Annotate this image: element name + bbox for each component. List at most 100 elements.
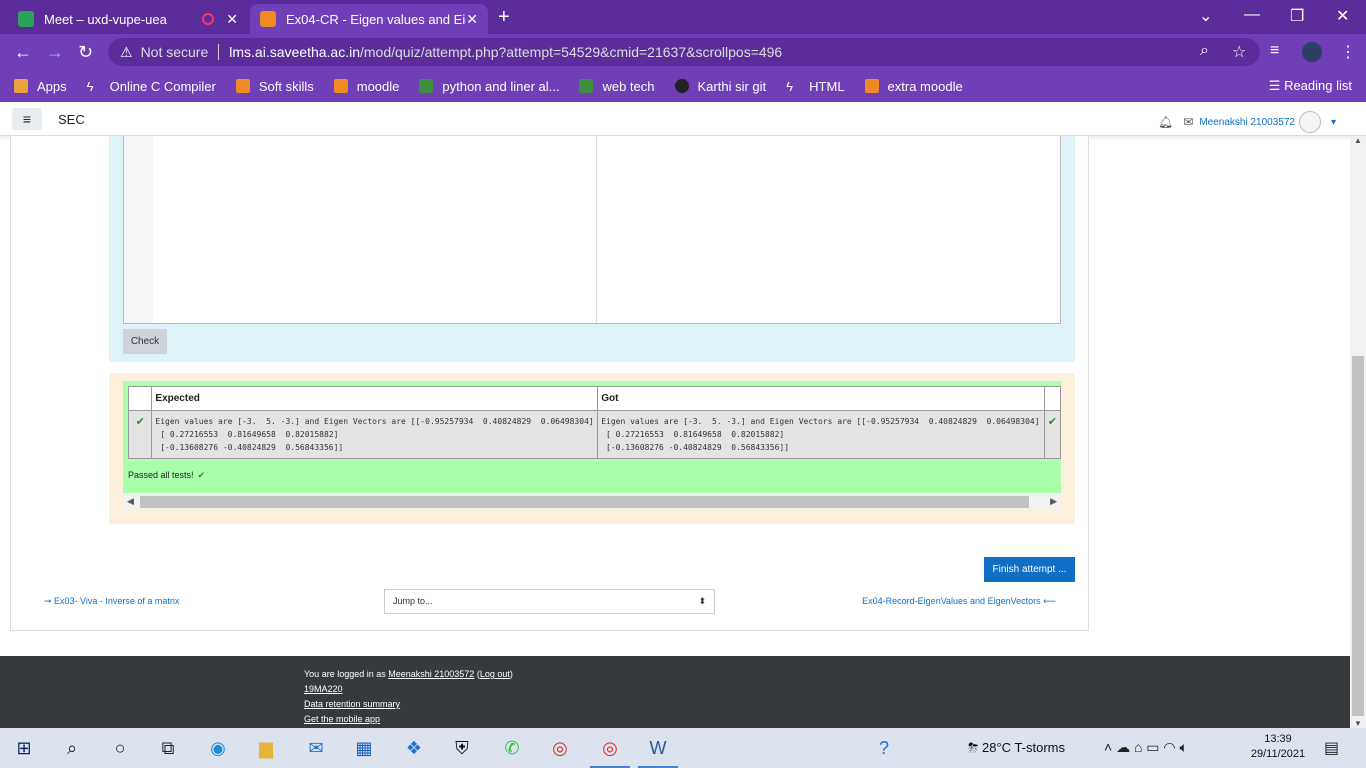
search-icon[interactable]: ⌕ [60,736,84,760]
back-button[interactable]: ← [14,42,32,63]
scroll-right-icon[interactable]: ▶ [1050,496,1057,507]
scroll-left-icon[interactable]: ◀ [127,496,134,507]
notifications-icon[interactable]: ▤ [1324,738,1339,758]
scrollbar-thumb[interactable] [140,496,1029,508]
horizontal-scrollbar[interactable]: ◀ ▶ [123,494,1061,510]
vertical-scrollbar[interactable]: ▲ ▼ [1350,136,1366,728]
bookmark-python[interactable]: python and liner al... [419,79,559,94]
jump-to-value: Jump to... [393,596,433,606]
course-link[interactable]: 19MA220 [304,684,343,694]
whatsapp-icon[interactable]: ✆ [500,736,524,760]
check-button[interactable]: Check [123,329,167,354]
bookmark-moodle[interactable]: moodle [333,78,400,94]
close-tab-icon[interactable]: ✕ [226,11,238,28]
bookmark-karthi-git[interactable]: Karthi sir git [674,78,767,94]
login-info: You are logged in as Meenakshi 21003572 … [304,669,513,679]
bookmark-star-icon[interactable]: ☆ [1232,42,1246,62]
scroll-down-icon[interactable]: ▼ [1354,719,1362,728]
code-editor[interactable] [123,136,1061,324]
file-explorer-icon[interactable]: ▆ [254,736,278,760]
bookmark-label: Karthi sir git [697,78,767,94]
previous-activity-link[interactable]: ➞ Ex03- Viva - Inverse of a matrix [44,596,179,607]
security-shield-icon[interactable]: ⛨ [450,736,474,760]
chrome-icon[interactable]: ◎ [548,736,572,760]
user-name: Meenakshi 21003572 [1199,116,1295,128]
bookmark-apps[interactable]: Apps [14,79,67,94]
bookmark-html[interactable]: ϟ HTML [786,79,844,95]
user-menu[interactable]: 🔔︎ ✉ Meenakshi 21003572 ▾ [1158,111,1336,133]
logout-link[interactable]: Log out [480,669,510,679]
check-icon: ✔ [127,410,153,459]
tab-quiz[interactable]: Ex04-CR - Eigen values and Eigen ✕ [250,4,488,34]
forward-button[interactable]: → [46,42,64,63]
nav-drawer-toggle-icon[interactable]: ≡ [12,108,42,130]
store-icon[interactable]: ▦ [352,736,376,760]
tab-search-icon[interactable]: ⌄ [1199,6,1212,26]
login-prefix: You are logged in as [304,669,389,679]
bookmark-label: moodle [356,78,400,94]
chrome-active-icon[interactable]: ◎ [590,736,630,768]
bookmark-label: web tech [602,78,655,94]
passed-text: Passed all tests! [128,470,194,480]
jump-to-select[interactable]: Jump to... ⬍ [384,589,715,614]
expected-header: Expected [151,386,599,411]
bookmark-label: extra moodle [887,78,963,94]
address-toolbar: ← → ↻ ⚠ Not secure lms.ai.saveetha.ac.in… [0,34,1366,70]
bookmark-label: Apps [37,78,67,94]
clock-time: 13:39 [1264,733,1292,745]
bookmarks-bar: Apps ϟ Online C Compiler Soft skills mood… [0,70,1366,102]
clock-date: 29/11/2021 [1250,748,1306,760]
taskbar: ⊞ ⌕ ○ ⧉ ◉ ▆ ✉ ▦ ❖ ⛨ ✆ ◎ ◎ W ? ⛈ 28°C T-s… [0,728,1366,768]
mail-icon[interactable]: ✉ [304,736,328,760]
finish-attempt-button[interactable]: Finish attempt ... [984,557,1075,582]
minimize-button[interactable]: — [1244,6,1260,24]
url-host: lms.ai.saveetha.ac.in [229,44,360,60]
address-bar[interactable]: ⚠ Not secure lms.ai.saveetha.ac.in /mod/… [108,38,1260,66]
bookmark-web-tech[interactable]: web tech [579,78,655,94]
data-retention-link[interactable]: Data retention summary [304,699,400,709]
profile-avatar[interactable] [1302,42,1322,62]
notification-bell-icon[interactable]: 🔔︎ [1158,115,1173,129]
bookmark-online-c-compiler[interactable]: ϟ Online C Compiler [86,79,216,95]
reload-button[interactable]: ↻ [78,42,93,63]
menu-icon[interactable]: ⋮ [1340,42,1356,62]
browser-tab-bar: Meet – uxd-vupe-uea ✕ Ex04-CR - Eigen va… [0,0,1366,34]
editor-gutter [124,136,153,323]
scroll-up-icon[interactable]: ▲ [1354,136,1362,145]
restore-button[interactable]: ❐ [1290,6,1304,26]
dropbox-icon[interactable]: ❖ [402,736,426,760]
scrollbar-thumb[interactable] [1352,356,1364,716]
cortana-icon[interactable]: ○ [108,736,132,760]
windows-start-icon[interactable]: ⊞ [12,736,36,760]
next-activity-link[interactable]: Ex04-Record-EigenValues and EigenVectors… [862,596,1056,607]
bookmark-soft-skills[interactable]: Soft skills [235,78,314,94]
messages-icon[interactable]: ✉ [1183,115,1193,129]
media-control-icon[interactable]: ≡ [1270,42,1279,60]
bookmark-label: Soft skills [258,78,314,94]
tab-title: Meet – uxd-vupe-uea [44,11,167,27]
zoom-icon[interactable]: ⌕ [1200,42,1209,60]
site-name[interactable]: SEC [58,112,85,127]
tab-meet[interactable]: Meet – uxd-vupe-uea ✕ [8,4,248,34]
mobile-app-link[interactable]: Get the mobile app [304,714,380,724]
bolt-icon: ϟ [86,79,94,94]
help-icon[interactable]: ? [872,736,896,760]
reading-list-button[interactable]: ☰ Reading list [1269,78,1352,94]
storm-icon: ⛈ [968,740,983,755]
close-window-button[interactable]: ✕ [1336,6,1349,26]
bookmark-extra-moodle[interactable]: extra moodle [864,78,963,94]
word-icon[interactable]: W [638,736,678,768]
warning-icon: ⚠ [120,43,133,60]
system-tray[interactable]: ˄ ☁ ⌂ ▭ ◠ 🔈︎ [1104,739,1188,756]
editor-divider [596,136,597,323]
new-tab-button[interactable]: + [498,6,510,29]
status-header [1043,386,1062,411]
weather-widget[interactable]: ⛈ 28°C T-storms [968,740,1065,756]
clock[interactable]: 13:39 29/11/2021 [1248,732,1308,762]
close-tab-icon[interactable]: ✕ [466,11,478,28]
task-view-icon[interactable]: ⧉ [156,736,180,760]
user-profile-link[interactable]: Meenakshi 21003572 [388,669,474,679]
edge-icon[interactable]: ◉ [206,736,230,760]
avatar [1298,111,1321,133]
select-caret-icon: ⬍ [698,596,706,606]
